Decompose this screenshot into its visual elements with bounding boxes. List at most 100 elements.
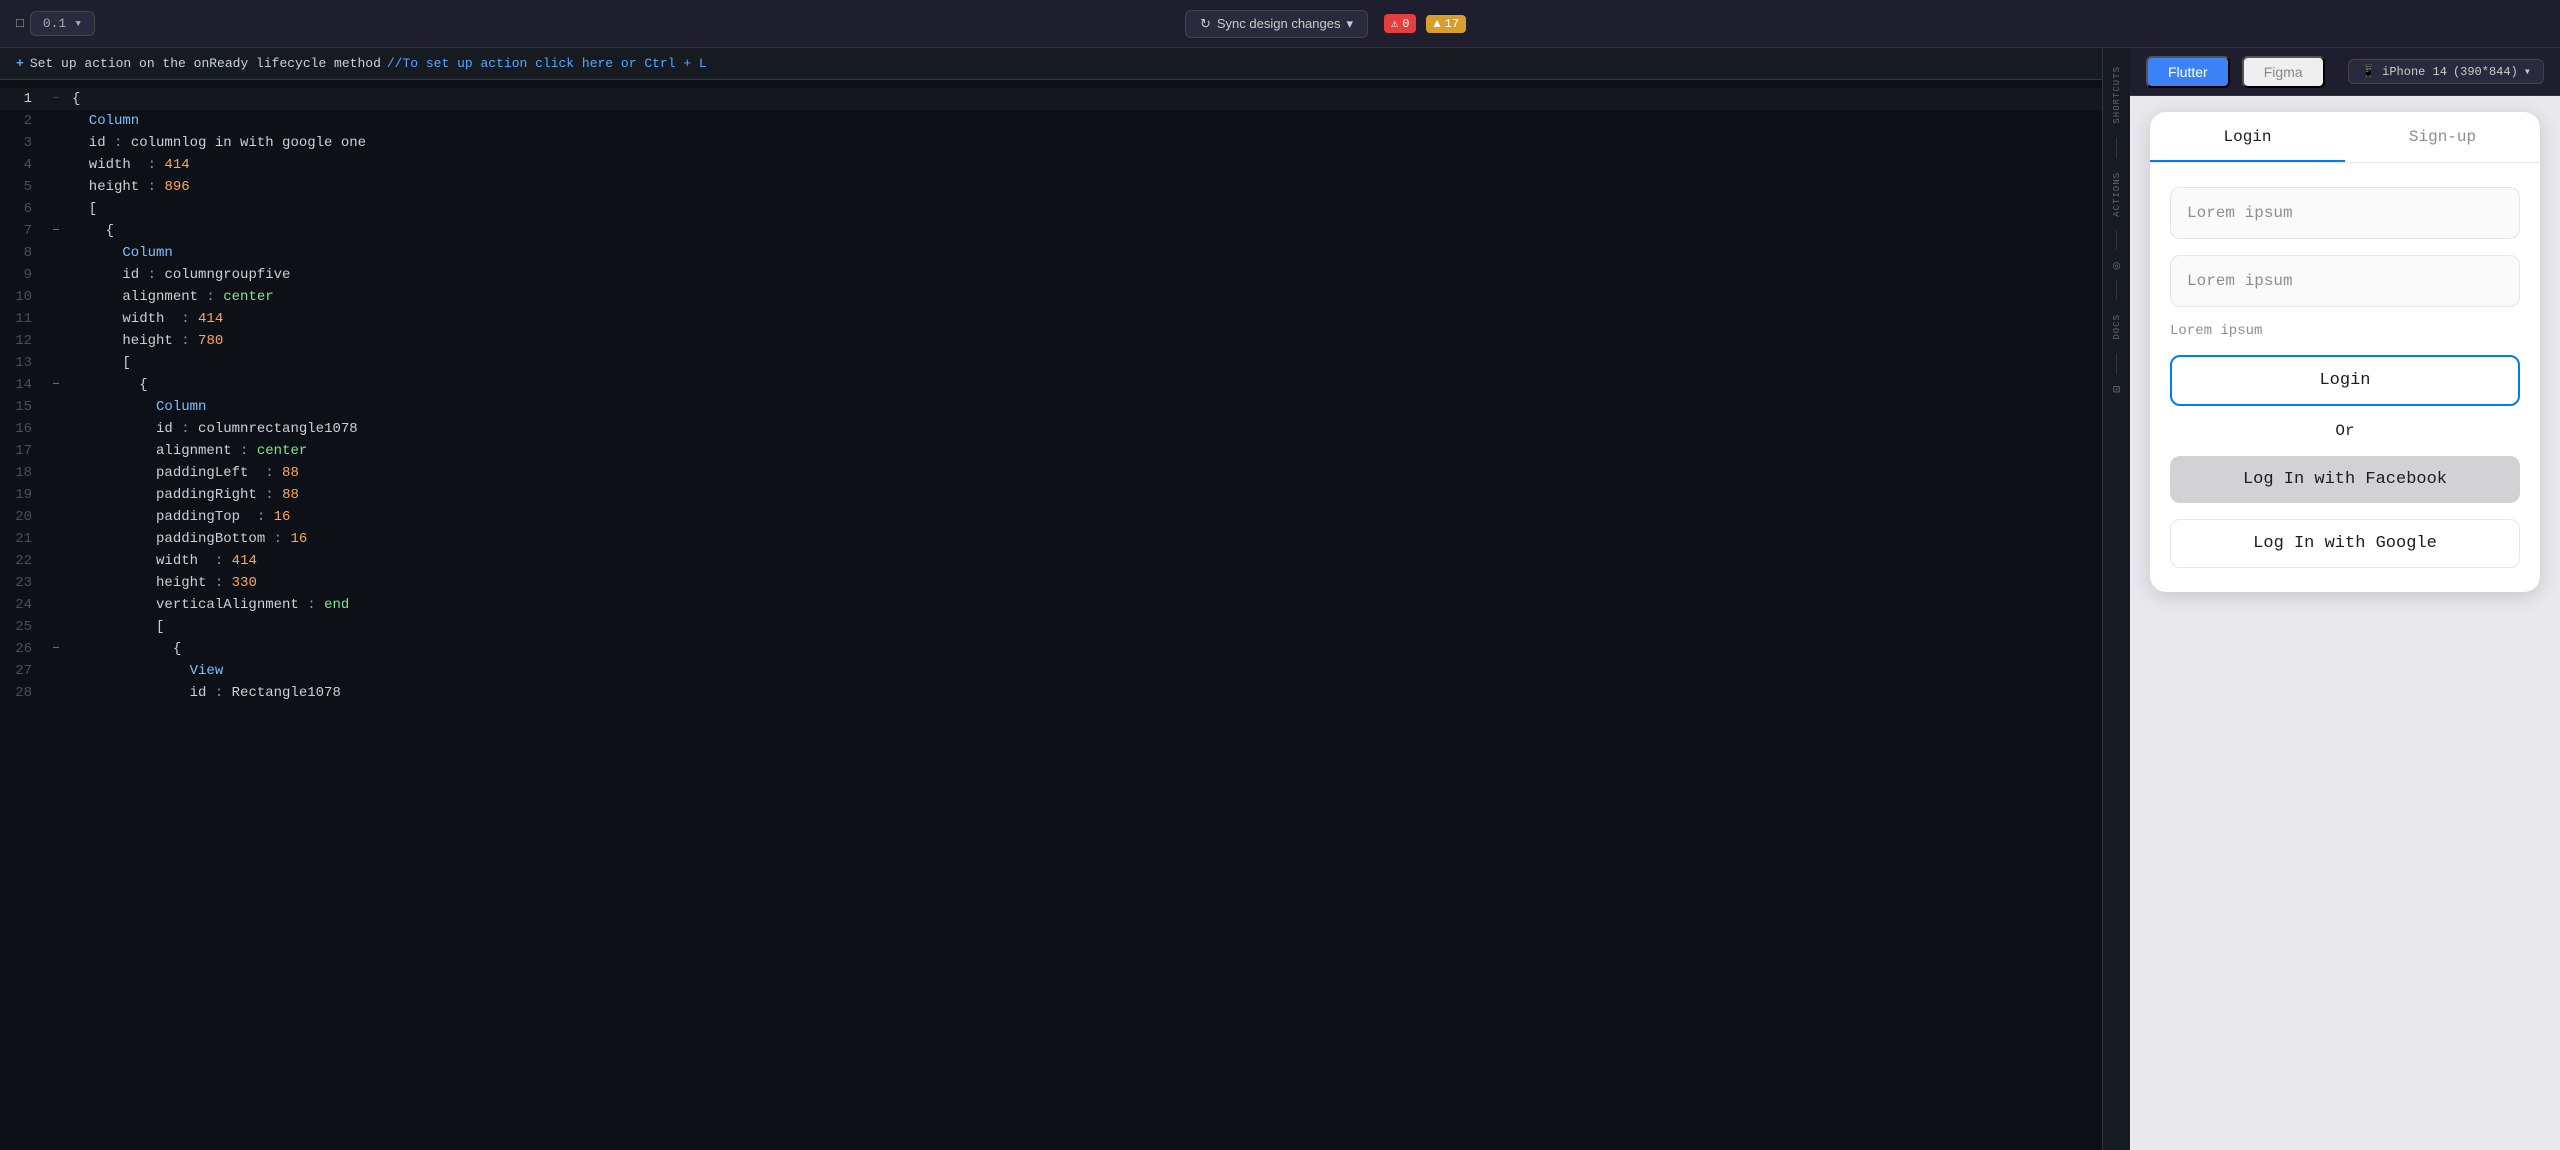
code-line-17: 17 alignment : center: [0, 440, 2102, 462]
line-content-6: [: [64, 198, 97, 220]
fold-arrow-16: [48, 418, 64, 440]
divider-3: [2116, 280, 2117, 300]
app-tab-login[interactable]: Login: [2150, 112, 2345, 162]
login-button[interactable]: Login: [2170, 355, 2520, 406]
code-line-26: 26 — {: [0, 638, 2102, 660]
code-line-2: 2 Column: [0, 110, 2102, 132]
device-selector[interactable]: 📱 iPhone 14 (390*844) ▾: [2348, 59, 2544, 84]
error-count: 0: [1402, 17, 1409, 31]
line-num-10: 10: [0, 286, 48, 308]
fold-arrow-11: [48, 308, 64, 330]
code-line-20: 20 paddingTop : 16: [0, 506, 2102, 528]
password-placeholder: Lorem ipsum: [2187, 272, 2293, 290]
version-label: 0.1: [43, 16, 66, 31]
app-tab-signup-label: Sign-up: [2409, 128, 2476, 146]
google-login-button[interactable]: Log In with Google: [2170, 519, 2520, 568]
fold-arrow-3: [48, 132, 64, 154]
fold-arrow-14[interactable]: —: [48, 374, 64, 396]
username-placeholder: Lorem ipsum: [2187, 204, 2293, 222]
code-lines: 1 — { 2 Column 3 id : columnlog in with …: [0, 80, 2102, 1140]
fold-arrow-9: [48, 264, 64, 286]
line-content-20: paddingTop : 16: [64, 506, 290, 528]
fold-arrow-10: [48, 286, 64, 308]
divider-1: [2116, 138, 2117, 158]
line-num-17: 17: [0, 440, 48, 462]
divider-4: [2116, 354, 2117, 374]
action-bar-comment: //To set up action click here or Ctrl + …: [387, 56, 707, 71]
line-content-28: id : Rectangle1078: [64, 682, 341, 704]
device-icon: 📱: [2361, 64, 2376, 79]
code-line-10: 10 alignment : center: [0, 286, 2102, 308]
target-icon[interactable]: ◎: [2106, 254, 2128, 276]
app-tab-login-label: Login: [2223, 128, 2271, 146]
code-line-12: 12 height : 780: [0, 330, 2102, 352]
forgot-label[interactable]: Lorem ipsum: [2170, 323, 2520, 339]
line-content-1: {: [64, 88, 80, 110]
fold-arrow-7[interactable]: —: [48, 220, 64, 242]
fold-arrow-17: [48, 440, 64, 462]
line-num-4: 4: [0, 154, 48, 176]
username-input[interactable]: Lorem ipsum: [2170, 187, 2520, 239]
error-badge[interactable]: ⚠ 0: [1384, 14, 1416, 33]
password-input[interactable]: Lorem ipsum: [2170, 255, 2520, 307]
fold-arrow-12: [48, 330, 64, 352]
line-content-24: verticalAlignment : end: [64, 594, 349, 616]
actions-label[interactable]: ACTIONS: [2112, 168, 2122, 221]
code-line-3: 3 id : columnlog in with google one: [0, 132, 2102, 154]
phone-frame: Login Sign-up Lorem ipsum Lorem ipsum: [2130, 96, 2560, 1150]
fold-arrow-1[interactable]: —: [48, 88, 64, 110]
main-content: + Set up action on the onReady lifecycle…: [0, 48, 2560, 1150]
preview-header: Flutter Figma 📱 iPhone 14 (390*844) ▾: [2130, 48, 2560, 96]
docs-group: DOCS: [2112, 304, 2122, 350]
line-content-23: height : 330: [64, 572, 257, 594]
device-chevron-icon: ▾: [2524, 64, 2531, 79]
code-line-6: 6 [: [0, 198, 2102, 220]
line-content-17: alignment : center: [64, 440, 307, 462]
line-content-4: width : 414: [64, 154, 190, 176]
fold-arrow-5: [48, 176, 64, 198]
fold-arrow-26[interactable]: —: [48, 638, 64, 660]
shortcuts-group: SHORTCUTS: [2112, 56, 2122, 134]
action-bar-label: Set up action on the onReady lifecycle m…: [30, 56, 381, 71]
line-content-15: Column: [64, 396, 206, 418]
line-num-7: 7: [0, 220, 48, 242]
flutter-tab[interactable]: Flutter: [2146, 56, 2230, 88]
figma-tab[interactable]: Figma: [2242, 56, 2325, 88]
fold-arrow-25: [48, 616, 64, 638]
line-num-20: 20: [0, 506, 48, 528]
grid-icon[interactable]: ⊡: [2106, 378, 2128, 400]
version-selector[interactable]: 0.1 ▾: [30, 11, 95, 36]
preview-panel: Flutter Figma 📱 iPhone 14 (390*844) ▾ Lo…: [2130, 48, 2560, 1150]
fold-arrow-20: [48, 506, 64, 528]
error-badge-group: ⚠ 0 ▲ 17: [1384, 14, 1466, 33]
line-num-5: 5: [0, 176, 48, 198]
line-num-28: 28: [0, 682, 48, 704]
code-line-27: 27 View: [0, 660, 2102, 682]
code-line-8: 8 Column: [0, 242, 2102, 264]
line-num-16: 16: [0, 418, 48, 440]
app-tab-signup[interactable]: Sign-up: [2345, 112, 2540, 162]
warning-badge[interactable]: ▲ 17: [1426, 15, 1466, 33]
line-num-24: 24: [0, 594, 48, 616]
line-num-21: 21: [0, 528, 48, 550]
toolbar: □ 0.1 ▾ ↻ Sync design changes ▾ ⚠ 0 ▲ 17: [0, 0, 2560, 48]
code-line-7: 7 — {: [0, 220, 2102, 242]
code-line-24: 24 verticalAlignment : end: [0, 594, 2102, 616]
line-content-27: View: [64, 660, 223, 682]
sync-button[interactable]: ↻ Sync design changes ▾: [1185, 10, 1368, 38]
code-line-9: 9 id : columngroupfive: [0, 264, 2102, 286]
shortcuts-label[interactable]: SHORTCUTS: [2112, 62, 2122, 128]
error-icon: ⚠: [1391, 16, 1398, 31]
toolbar-center: ↻ Sync design changes ▾ ⚠ 0 ▲ 17: [107, 10, 2544, 38]
fold-arrow-13: [48, 352, 64, 374]
line-content-9: id : columngroupfive: [64, 264, 290, 286]
fold-arrow-24: [48, 594, 64, 616]
docs-label[interactable]: DOCS: [2112, 310, 2122, 344]
code-line-15: 15 Column: [0, 396, 2102, 418]
comment-link[interactable]: //To set up action click here or Ctrl + …: [387, 56, 707, 71]
facebook-login-button[interactable]: Log In with Facebook: [2170, 456, 2520, 503]
line-num-27: 27: [0, 660, 48, 682]
line-content-26: {: [64, 638, 181, 660]
line-num-3: 3: [0, 132, 48, 154]
code-line-23: 23 height : 330: [0, 572, 2102, 594]
